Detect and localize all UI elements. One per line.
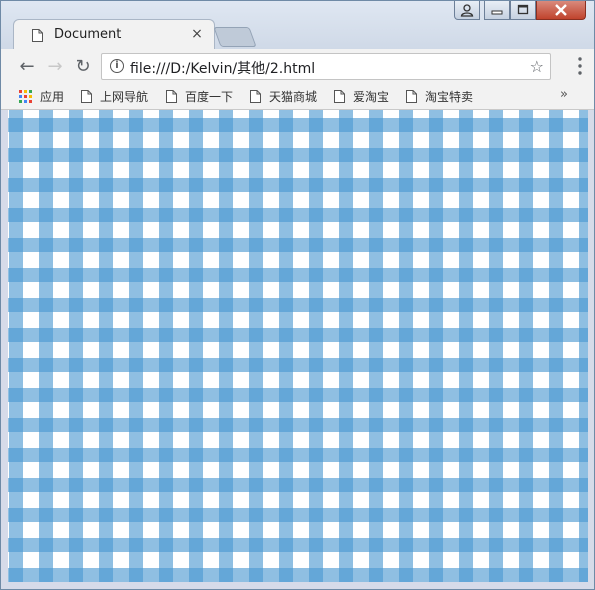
bookmark-star-icon[interactable]: ☆ bbox=[530, 57, 544, 76]
bookmark-label: 应用 bbox=[40, 90, 65, 104]
page-icon bbox=[250, 90, 261, 103]
page-icon bbox=[166, 90, 177, 103]
tab-title: Document bbox=[54, 27, 122, 42]
bookmark-label: 天猫商城 bbox=[269, 90, 318, 104]
bookmark-label: 百度一下 bbox=[185, 90, 234, 104]
reload-button[interactable]: ↻ bbox=[71, 55, 95, 79]
apps-grid-icon bbox=[19, 90, 32, 103]
minimize-button[interactable] bbox=[484, 1, 510, 20]
bookmark-item[interactable]: 天猫商城 bbox=[250, 88, 317, 106]
bookmarks-bar: 应用 上网导航 百度一下 天猫商城 爱淘宝 淘宝特卖 » bbox=[1, 85, 594, 110]
page-icon bbox=[32, 29, 43, 42]
bookmark-item[interactable]: 淘宝特卖 bbox=[406, 88, 473, 106]
bookmark-label: 爱淘宝 bbox=[353, 90, 390, 104]
forward-button[interactable]: → bbox=[43, 55, 67, 79]
close-icon[interactable]: × bbox=[190, 26, 204, 42]
page-icon bbox=[406, 90, 417, 103]
bookmark-item[interactable]: 上网导航 bbox=[81, 88, 148, 106]
user-profile-button[interactable] bbox=[454, 1, 480, 20]
bookmark-label: 上网导航 bbox=[100, 90, 149, 104]
maximize-icon bbox=[517, 4, 529, 15]
bookmark-item[interactable]: 百度一下 bbox=[166, 88, 233, 106]
user-icon bbox=[460, 4, 474, 17]
new-tab-button[interactable] bbox=[213, 27, 257, 47]
title-bar: Document × bbox=[1, 1, 594, 49]
window-border-right bbox=[588, 110, 594, 582]
window-close-button[interactable] bbox=[536, 1, 586, 20]
bookmarks-overflow-button[interactable]: » bbox=[560, 87, 568, 102]
browser-window: Document × ← → ↻ i file:///D:/Kelvin/其他/… bbox=[0, 0, 595, 590]
bookmark-item[interactable]: 爱淘宝 bbox=[334, 88, 389, 106]
info-icon[interactable]: i bbox=[110, 59, 124, 73]
page-icon bbox=[81, 90, 92, 103]
minimize-icon bbox=[491, 10, 503, 15]
close-icon bbox=[555, 4, 567, 16]
window-border-bottom bbox=[1, 582, 594, 589]
menu-icon[interactable] bbox=[578, 56, 582, 76]
bookmark-label: 淘宝特卖 bbox=[425, 90, 474, 104]
back-button[interactable]: ← bbox=[15, 55, 39, 79]
window-border-left bbox=[1, 110, 8, 582]
address-bar[interactable]: i file:///D:/Kelvin/其他/2.html ☆ bbox=[101, 53, 551, 80]
gingham-pattern-content bbox=[8, 110, 588, 582]
bookmark-apps[interactable]: 应用 bbox=[19, 88, 64, 106]
url-text[interactable]: file:///D:/Kelvin/其他/2.html bbox=[130, 58, 315, 78]
tab-document[interactable]: Document × bbox=[13, 19, 215, 49]
page-icon bbox=[334, 90, 345, 103]
maximize-button[interactable] bbox=[510, 1, 536, 20]
toolbar: ← → ↻ i file:///D:/Kelvin/其他/2.html ☆ bbox=[1, 49, 594, 85]
